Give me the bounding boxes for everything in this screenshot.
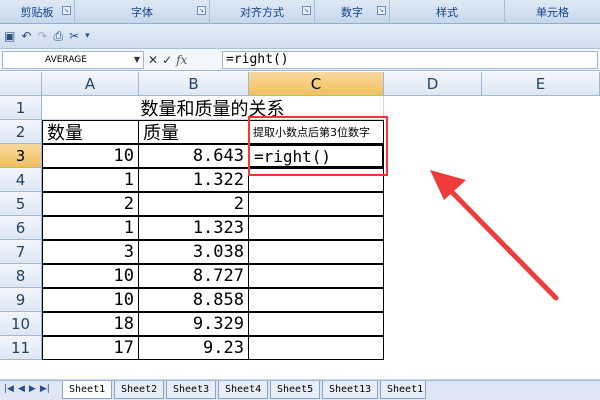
tab-sheet2[interactable]: Sheet2 [114,381,165,399]
last-sheet-icon[interactable]: ▶| [40,384,50,394]
tab-sheet4[interactable]: Sheet4 [218,381,269,399]
tab-sheet13[interactable]: Sheet13 [322,381,379,399]
annotation-arrow-icon [430,170,559,301]
next-sheet-icon[interactable]: ▶ [29,384,36,394]
sheet-tab-bar: |◀ ◀ ▶ ▶| Sheet1 Sheet2 Sheet3 Sheet4 Sh… [0,380,600,400]
tab-sheet5[interactable]: Sheet5 [270,381,321,399]
tab-sheet3[interactable]: Sheet3 [166,381,217,399]
tab-sheet1-duplicate[interactable]: Sheet1 [380,381,426,399]
prev-sheet-icon[interactable]: ◀ [18,384,25,394]
first-sheet-icon[interactable]: |◀ [4,384,14,394]
tab-sheet1[interactable]: Sheet1 [62,381,113,399]
